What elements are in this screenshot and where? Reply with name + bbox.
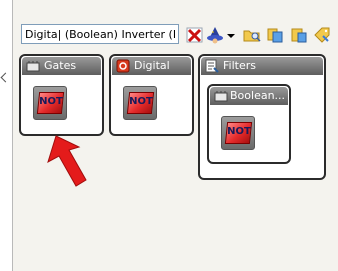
copy-icon[interactable] [266, 26, 284, 44]
panel-header-boolean[interactable]: Boolean... [210, 87, 288, 105]
category-panel-filters: Filters Boolean... NOT [198, 54, 326, 180]
not-gate-label: NOT [227, 126, 251, 137]
annotation-arrow-icon [47, 135, 87, 187]
not-gate-tile[interactable]: NOT [221, 116, 255, 150]
subcategory-panel-boolean: Boolean... NOT [207, 84, 291, 164]
folder-search-icon[interactable] [243, 26, 261, 44]
left-pane [0, 0, 13, 271]
filters-icon [205, 59, 219, 73]
not-gate-label: NOT [39, 96, 63, 107]
dropdown-arrow-icon[interactable] [226, 26, 236, 44]
panel-header-gates[interactable]: Gates [22, 57, 101, 75]
category-panel-gates: Gates NOT [19, 54, 104, 136]
collapse-caret-icon[interactable] [0, 72, 11, 83]
not-gate-tile[interactable]: NOT [123, 86, 157, 120]
wizard-icon[interactable] [206, 26, 224, 44]
tag-icon[interactable] [313, 26, 331, 44]
digital-icon [116, 59, 130, 73]
panel-label-boolean: Boolean... [230, 89, 286, 102]
boolean-icon [214, 91, 228, 102]
paste-icon[interactable] [290, 26, 308, 44]
clear-search-icon[interactable] [186, 26, 204, 44]
panel-label-digital: Digital [134, 59, 170, 72]
gates-icon [26, 61, 40, 72]
not-gate-tile[interactable]: NOT [33, 86, 67, 120]
category-panel-digital: Digital NOT [109, 54, 194, 136]
not-gate-label: NOT [129, 96, 153, 107]
panel-header-filters[interactable]: Filters [201, 57, 323, 75]
search-input[interactable] [21, 24, 179, 44]
panel-label-filters: Filters [223, 59, 256, 72]
panel-label-gates: Gates [44, 59, 77, 72]
panel-header-digital[interactable]: Digital [112, 57, 191, 75]
